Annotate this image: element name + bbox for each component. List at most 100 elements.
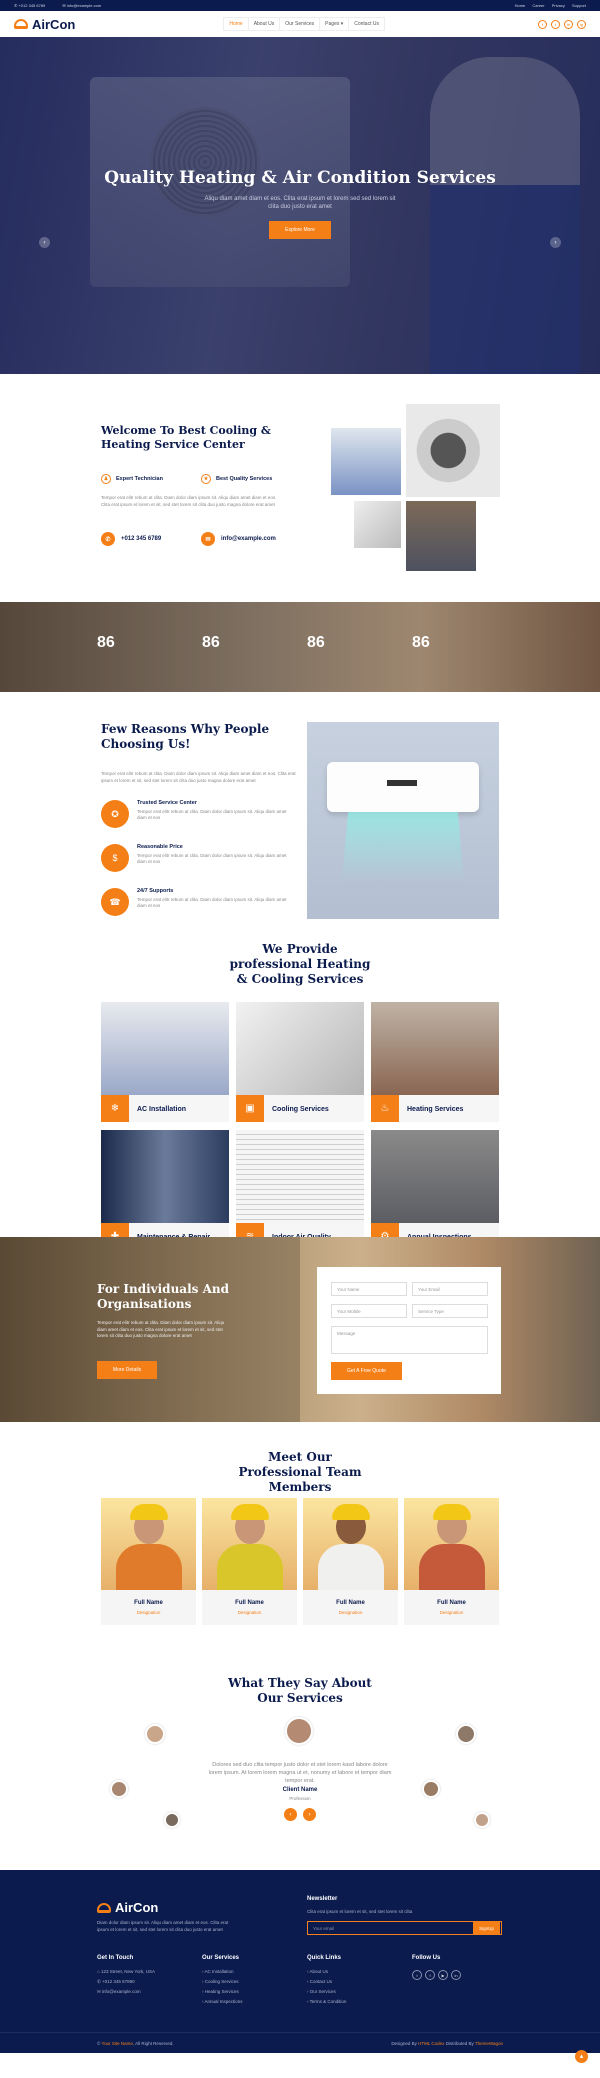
- topbar-link-home[interactable]: Home: [515, 3, 526, 8]
- twitter-icon[interactable]: t: [412, 1970, 422, 1980]
- linkedin-icon[interactable]: in: [451, 1970, 461, 1980]
- service-label-3: Heating Services: [407, 1106, 464, 1113]
- footer-about: Diam dolor diam ipsum sit. Aliqu diam am…: [97, 1920, 229, 1932]
- testimonial-prev-icon[interactable]: ‹: [284, 1808, 297, 1821]
- main-menu: Home About Us Our Services Pages ▾ Conta…: [223, 17, 385, 31]
- footer-service-link[interactable]: › Annual Inspections: [202, 1997, 243, 2007]
- reason-1-title: Trusted Service Center: [137, 800, 197, 806]
- testimonial-avatar[interactable]: [456, 1724, 476, 1744]
- ac-unit-shape: [327, 762, 479, 812]
- nav-services[interactable]: Our Services: [279, 17, 321, 31]
- brand-name: AirCon: [32, 16, 76, 32]
- address-item: ⌂ 123 Street, New York, USA: [97, 1969, 155, 1974]
- testimonial-avatar[interactable]: [164, 1812, 180, 1828]
- service-image-4: [101, 1130, 229, 1223]
- hero-caption: Quality Heating & Air Condition Services…: [0, 167, 600, 239]
- linkedin-icon[interactable]: in: [563, 19, 573, 29]
- service-card-3[interactable]: ♨ Heating Services: [371, 1002, 499, 1122]
- reason-2-text: Tempor erat elitr rebum at clita. Diam d…: [137, 853, 287, 864]
- envelope-icon: ✉: [201, 532, 215, 546]
- service-card-4[interactable]: ✚Maintenance & Repair: [101, 1130, 229, 1250]
- brand-logo[interactable]: AirCon: [14, 17, 75, 32]
- team-section: Meet Our Professional Team Members Full …: [0, 1422, 600, 1662]
- instagram-icon[interactable]: ig: [576, 19, 586, 29]
- testimonial-avatar[interactable]: [145, 1724, 165, 1744]
- nav-pages-dropdown[interactable]: Pages ▾: [319, 17, 350, 31]
- team-body-2: [217, 1544, 283, 1590]
- client-profession: Profession: [289, 1796, 311, 1801]
- team-card-4[interactable]: Full Name Designation: [404, 1498, 499, 1625]
- team-role-1: Designation: [136, 1610, 161, 1615]
- service-card-2[interactable]: ▣ Cooling Services: [236, 1002, 364, 1122]
- service-image-3: [371, 1002, 499, 1095]
- newsletter-text: Clita erat ipsum et lorem et sit, sed st…: [307, 1909, 413, 1914]
- service-card-5[interactable]: ≋Indoor Air Quality: [236, 1130, 364, 1250]
- footer-service-link[interactable]: › Heating Services: [202, 1987, 243, 1997]
- designer-link[interactable]: HTML Codex: [418, 2041, 444, 2046]
- twitter-icon[interactable]: t: [550, 19, 560, 29]
- team-body-3: [318, 1544, 384, 1590]
- testimonial-next-icon[interactable]: ›: [303, 1808, 316, 1821]
- quick-link[interactable]: › Terms & Condition: [307, 1997, 346, 2007]
- topbar: ✆ +012 345 6789 ✉ info@example.com Home …: [0, 0, 600, 11]
- ac-display: [387, 780, 417, 786]
- ac-install-icon: ❄: [101, 1095, 129, 1122]
- signup-button[interactable]: SignUp: [473, 1922, 500, 1934]
- team-body-4: [419, 1544, 485, 1590]
- newsletter-title: Newsletter: [307, 1896, 338, 1902]
- site-name-link[interactable]: Your Site Name: [102, 2041, 133, 2046]
- welcome-phone: ✆ +012 345 6789: [101, 532, 161, 546]
- remote-icon: ▣: [236, 1095, 264, 1122]
- quick-links-list: › About Us › Contact Us › Our Services ›…: [307, 1967, 346, 2007]
- quick-link[interactable]: › Contact Us: [307, 1977, 346, 1987]
- testimonial-avatar[interactable]: [474, 1812, 490, 1828]
- topbar-link-privacy[interactable]: Privacy: [552, 3, 565, 8]
- topbar-link-support[interactable]: Support: [572, 3, 586, 8]
- service-image-1: [101, 1002, 229, 1095]
- reason-item-3: ☎ 24/7 Supports Tempor erat elitr rebum at…: [101, 888, 297, 916]
- mobile-field[interactable]: Your Mobile: [331, 1304, 407, 1318]
- name-field[interactable]: Your Name: [331, 1282, 407, 1296]
- get-quote-button[interactable]: Get A Free Quote: [331, 1362, 402, 1380]
- topbar-link-career[interactable]: Career: [532, 3, 544, 8]
- nav-about[interactable]: About Us: [247, 17, 281, 31]
- footer-social: t f ▶ in: [412, 1970, 464, 1980]
- quick-link[interactable]: › Our Services: [307, 1987, 346, 1997]
- nav-social: f t in ig: [534, 19, 586, 29]
- message-field[interactable]: Message: [331, 1326, 488, 1354]
- phone-item: ✆ +012 345 67890: [97, 1979, 135, 1984]
- footer-service-label: AC Installation: [204, 1969, 234, 1974]
- team-photo-2: [202, 1498, 297, 1590]
- team-name-3: Full Name: [336, 1600, 365, 1606]
- nav-contact[interactable]: Contact Us: [348, 17, 385, 31]
- contact-list: ⌂ 123 Street, New York, USA ✆ +012 345 6…: [97, 1967, 155, 1997]
- team-role-4: Designation: [439, 1610, 464, 1615]
- explore-more-button[interactable]: Explore More: [269, 221, 331, 239]
- feature-quality-label: Best Quality Services: [216, 476, 273, 482]
- more-details-button[interactable]: More Details: [97, 1361, 158, 1379]
- service-image-5: [236, 1130, 364, 1223]
- support-icon: ☎: [101, 888, 129, 916]
- footer-service-link[interactable]: › AC Installation: [202, 1967, 243, 1977]
- feature-expert: ♟ Expert Technician: [101, 474, 163, 484]
- team-card-1[interactable]: Full Name Designation: [101, 1498, 196, 1625]
- footer: AirCon Diam dolor diam ipsum sit. Aliqu …: [0, 1870, 600, 2053]
- services-section: We Provide professional Heating & Coolin…: [0, 942, 600, 1250]
- youtube-icon[interactable]: ▶: [438, 1970, 448, 1980]
- services-title-text: We Provide professional Heating & Coolin…: [229, 942, 371, 986]
- facebook-icon[interactable]: f: [537, 19, 547, 29]
- service-card-1[interactable]: ❄ AC Installation: [101, 1002, 229, 1122]
- facebook-icon[interactable]: f: [425, 1970, 435, 1980]
- footer-service-link[interactable]: › Cooling Services: [202, 1977, 243, 1987]
- service-type-select[interactable]: Service Type: [412, 1304, 488, 1318]
- designed-by-label: Designed By: [391, 2040, 417, 2046]
- quick-link[interactable]: › About Us: [307, 1967, 346, 1977]
- team-card-2[interactable]: Full Name Designation: [202, 1498, 297, 1625]
- footer-logo[interactable]: AirCon: [97, 1900, 158, 1915]
- service-card-6[interactable]: ⚙Annual Inspections: [371, 1130, 499, 1250]
- nav-home[interactable]: Home: [223, 17, 249, 31]
- distributor-link[interactable]: ThemeWagon: [475, 2041, 503, 2046]
- email-field[interactable]: Your Email: [412, 1282, 488, 1296]
- arrow-up-icon[interactable]: ▲: [575, 2050, 588, 2063]
- team-card-3[interactable]: Full Name Designation: [303, 1498, 398, 1625]
